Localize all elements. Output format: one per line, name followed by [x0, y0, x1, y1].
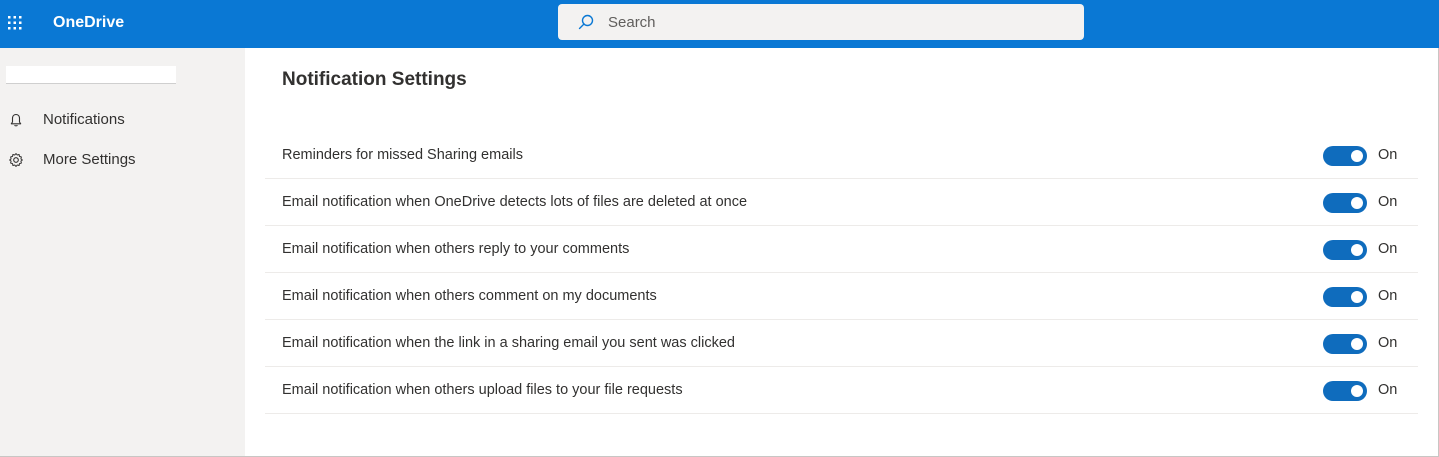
toggle-state-label: On	[1378, 194, 1398, 210]
setting-label: Email notification when others upload fi…	[282, 382, 683, 398]
toggle-knob	[1351, 197, 1363, 209]
setting-row-mass-delete-alert: Email notification when OneDrive detects…	[265, 179, 1418, 226]
app-title[interactable]: OneDrive	[53, 14, 124, 32]
toggle-state-label: On	[1378, 147, 1398, 163]
account-name-redacted	[6, 66, 176, 84]
sidebar: Notifications More Settings	[0, 48, 245, 457]
toggle-knob	[1351, 150, 1363, 162]
toggle-switch[interactable]	[1323, 381, 1367, 401]
app-launcher-icon[interactable]	[8, 16, 22, 30]
setting-row-missed-sharing-reminders: Reminders for missed Sharing emails On	[265, 132, 1418, 179]
search-box[interactable]	[558, 4, 1084, 40]
setting-label: Email notification when others reply to …	[282, 241, 630, 257]
toggle-state-label: On	[1378, 382, 1398, 398]
setting-label: Email notification when others comment o…	[282, 288, 657, 304]
toggle-state-label: On	[1378, 241, 1398, 257]
toggle-state-label: On	[1378, 288, 1398, 304]
search-input[interactable]	[608, 4, 1068, 40]
setting-label: Reminders for missed Sharing emails	[282, 147, 523, 163]
sidebar-item-label: More Settings	[43, 151, 136, 168]
toggle-state-label: On	[1378, 335, 1398, 351]
toggle-switch[interactable]	[1323, 287, 1367, 307]
page-title: Notification Settings	[282, 69, 467, 90]
toggle-switch[interactable]	[1323, 240, 1367, 260]
toggle-knob	[1351, 338, 1363, 350]
gear-icon	[9, 153, 23, 167]
toggle-switch[interactable]	[1323, 334, 1367, 354]
setting-label: Email notification when the link in a sh…	[282, 335, 735, 351]
sidebar-item-notifications[interactable]: Notifications	[0, 102, 245, 138]
sidebar-item-more-settings[interactable]: More Settings	[0, 142, 245, 178]
setting-row-sharing-link-clicked: Email notification when the link in a sh…	[265, 320, 1418, 367]
toggle-knob	[1351, 244, 1363, 256]
setting-row-comment-replies: Email notification when others reply to …	[265, 226, 1418, 273]
toggle-switch[interactable]	[1323, 146, 1367, 166]
toggle-knob	[1351, 385, 1363, 397]
main-content: Notification Settings Reminders for miss…	[245, 48, 1439, 457]
setting-row-document-comments: Email notification when others comment o…	[265, 273, 1418, 320]
top-bar: OneDrive	[0, 0, 1439, 48]
bell-icon	[10, 113, 22, 127]
sidebar-item-label: Notifications	[43, 111, 125, 128]
toggle-switch[interactable]	[1323, 193, 1367, 213]
toggle-knob	[1351, 291, 1363, 303]
search-icon	[578, 14, 594, 30]
setting-label: Email notification when OneDrive detects…	[282, 194, 748, 210]
setting-row-file-request-uploads: Email notification when others upload fi…	[265, 367, 1418, 414]
